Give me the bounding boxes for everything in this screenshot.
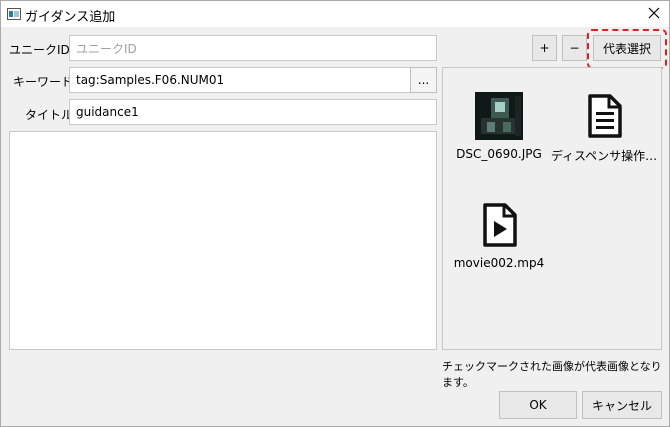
window-title: ガイダンス追加 bbox=[25, 10, 116, 25]
ok-button[interactable]: OK bbox=[499, 391, 577, 419]
unique-id-placeholder: ユニークID bbox=[76, 41, 137, 56]
guidance-body-textarea[interactable] bbox=[9, 131, 437, 350]
attachment-name: movie002.mp4 bbox=[453, 256, 545, 270]
title-bar: ガイダンス追加 bbox=[1, 1, 669, 27]
keyword-input[interactable]: tag:Samples.F06.NUM01 bbox=[69, 67, 411, 93]
image-thumbnail bbox=[475, 92, 523, 143]
app-icon bbox=[7, 7, 21, 21]
unique-id-label: ユニークID: bbox=[9, 43, 74, 57]
title-value: guidance1 bbox=[76, 105, 139, 119]
unique-id-input[interactable]: ユニークID bbox=[69, 35, 437, 61]
attachment-name: ディスペンサ操作… bbox=[550, 149, 658, 163]
keyword-browse-button[interactable]: ... bbox=[410, 67, 437, 93]
add-attachment-button[interactable]: + bbox=[532, 35, 557, 61]
highlight-marker bbox=[587, 29, 667, 69]
representative-hint: チェックマークされた画像が代表画像となります。 bbox=[442, 360, 662, 389]
remove-attachment-button[interactable]: − bbox=[562, 35, 587, 61]
video-file-icon bbox=[475, 201, 523, 252]
cancel-button[interactable]: キャンセル bbox=[582, 391, 662, 419]
attachment-name: DSC_0690.JPG bbox=[456, 147, 542, 161]
attachment-item[interactable]: DSC_0690.JPG bbox=[444, 92, 554, 161]
dialog-window: ガイダンス追加 ユニークID: ユニークID キーワード: tag:Sample… bbox=[0, 0, 670, 427]
attachment-item[interactable]: ディスペンサ操作… bbox=[549, 92, 659, 164]
close-button[interactable] bbox=[639, 1, 669, 27]
title-input[interactable]: guidance1 bbox=[69, 99, 437, 125]
close-icon bbox=[648, 7, 660, 22]
keyword-label: キーワード: bbox=[13, 75, 78, 89]
document-icon bbox=[580, 92, 628, 143]
attachment-item[interactable]: movie002.mp4 bbox=[444, 201, 554, 270]
attachment-panel: DSC_0690.JPG ディスペンサ操作… movie002.mp4 bbox=[442, 67, 662, 350]
keyword-value: tag:Samples.F06.NUM01 bbox=[76, 73, 225, 87]
